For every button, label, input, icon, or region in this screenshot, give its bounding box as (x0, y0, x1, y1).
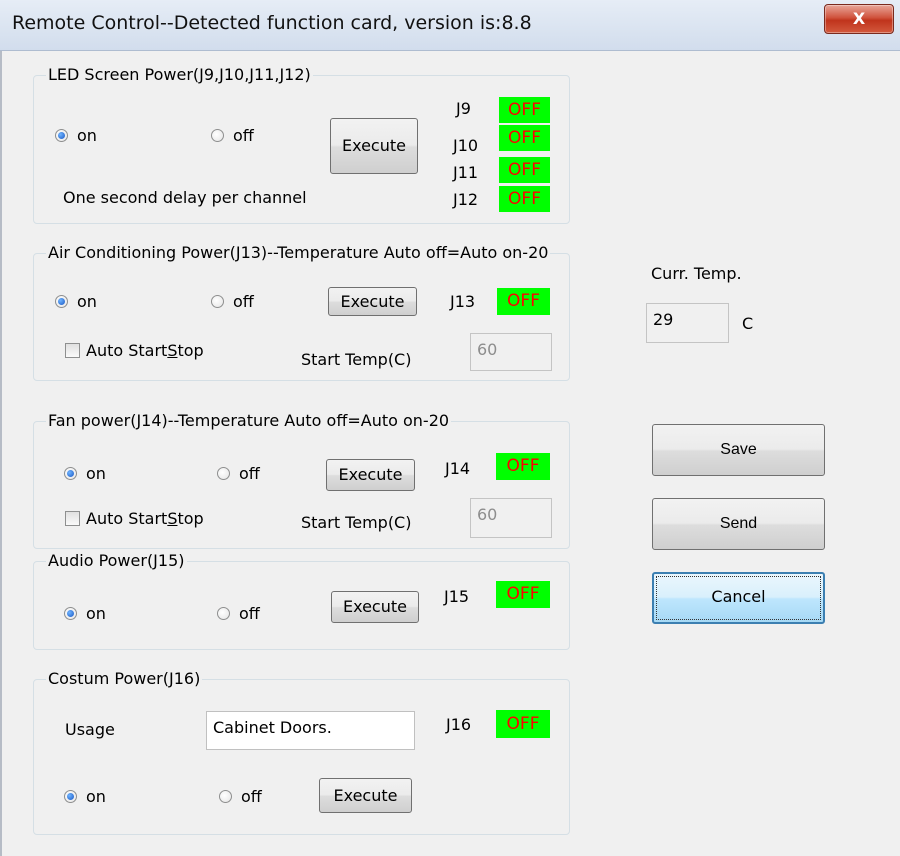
j11-label: J11 (453, 163, 479, 182)
led-on-label: on (77, 126, 97, 145)
ac-on-radio[interactable]: on (55, 292, 97, 311)
curr-temp-label: Curr. Temp. (651, 264, 742, 283)
audio-execute-button[interactable]: Execute (331, 591, 419, 623)
led-note: One second delay per channel (63, 188, 307, 207)
fan-auto-startstop-checkbox[interactable]: Auto Start Stop (65, 509, 204, 528)
fan-power-group: Fan power(J14)--Temperature Auto off=Aut… (33, 411, 570, 549)
air-conditioning-power-group: Air Conditioning Power(J13)--Temperature… (33, 243, 570, 381)
led-screen-power-group: LED Screen Power(J9,J10,J11,J12) on off … (33, 65, 570, 224)
j15-label: J15 (444, 587, 470, 606)
led-execute-button[interactable]: Execute (330, 118, 418, 174)
audio-off-radio[interactable]: off (217, 604, 260, 623)
j13-status-badge: OFF (497, 288, 550, 315)
save-button[interactable]: Save (652, 424, 825, 476)
ac-on-label: on (77, 292, 97, 311)
radio-unchecked-icon (211, 129, 224, 142)
led-on-radio[interactable]: on (55, 126, 97, 145)
window-left-edge (0, 51, 2, 856)
fan-start-temp-label: Start Temp(C) (301, 513, 412, 532)
ac-auto-label-post: top (177, 341, 204, 360)
led-off-label: off (233, 126, 254, 145)
j14-status-badge: OFF (496, 453, 550, 480)
fan-off-radio[interactable]: off (217, 464, 260, 483)
fan-group-title: Fan power(J14)--Temperature Auto off=Aut… (46, 411, 452, 430)
j15-status-badge: OFF (496, 581, 550, 608)
custom-on-label: on (86, 787, 106, 806)
j12-label: J12 (453, 190, 479, 209)
window-title: Remote Control--Detected function card, … (12, 12, 532, 34)
fan-execute-button[interactable]: Execute (326, 459, 415, 491)
j11-status-badge: OFF (499, 157, 550, 183)
ac-off-label: off (233, 292, 254, 311)
close-icon[interactable]: X (824, 4, 894, 34)
led-off-radio[interactable]: off (211, 126, 254, 145)
checkbox-unchecked-icon (65, 511, 80, 526)
custom-execute-button[interactable]: Execute (319, 778, 412, 813)
ac-auto-label-pre: Auto Start (86, 341, 168, 360)
fan-auto-label-post: top (177, 509, 204, 528)
usage-input[interactable]: Cabinet Doors. (206, 711, 415, 750)
j13-label: J13 (450, 292, 476, 311)
radio-checked-icon (55, 129, 68, 142)
j14-label: J14 (445, 459, 471, 478)
fan-on-radio[interactable]: on (64, 464, 106, 483)
curr-temp-unit: C (742, 314, 754, 333)
j9-label: J9 (456, 99, 471, 118)
j10-label: J10 (453, 136, 479, 155)
radio-unchecked-icon (217, 467, 230, 480)
audio-group-title: Audio Power(J15) (46, 551, 187, 570)
j16-label: J16 (446, 715, 472, 734)
ac-off-radio[interactable]: off (211, 292, 254, 311)
custom-group-title: Costum Power(J16) (46, 669, 203, 688)
radio-checked-icon (64, 790, 77, 803)
custom-off-label: off (241, 787, 262, 806)
j10-status-badge: OFF (499, 125, 550, 151)
ac-start-temp-input[interactable]: 60 (470, 333, 552, 371)
ac-group-title: Air Conditioning Power(J13)--Temperature… (46, 243, 551, 262)
j12-status-badge: OFF (499, 186, 550, 212)
send-button[interactable]: Send (652, 498, 825, 550)
ac-start-temp-label: Start Temp(C) (301, 350, 412, 369)
fan-auto-label-pre: Auto Start (86, 509, 168, 528)
cancel-button[interactable]: Cancel (652, 572, 825, 624)
radio-unchecked-icon (211, 295, 224, 308)
curr-temp-input: 29 (646, 303, 729, 343)
fan-on-label: on (86, 464, 106, 483)
ac-auto-startstop-checkbox[interactable]: Auto Start Stop (65, 341, 204, 360)
fan-off-label: off (239, 464, 260, 483)
title-bar: Remote Control--Detected function card, … (0, 0, 900, 51)
radio-checked-icon (55, 295, 68, 308)
checkbox-unchecked-icon (65, 343, 80, 358)
audio-on-radio[interactable]: on (64, 604, 106, 623)
radio-unchecked-icon (219, 790, 232, 803)
led-group-title: LED Screen Power(J9,J10,J11,J12) (46, 65, 313, 84)
custom-off-radio[interactable]: off (219, 787, 262, 806)
ac-auto-label-mnemonic: S (167, 341, 178, 360)
fan-start-temp-input[interactable]: 60 (470, 498, 552, 538)
focus-ring (656, 576, 821, 620)
ac-execute-button[interactable]: Execute (328, 287, 417, 316)
audio-on-label: on (86, 604, 106, 623)
audio-power-group: Audio Power(J15) on off Execute J15 OFF (33, 551, 570, 650)
custom-on-radio[interactable]: on (64, 787, 106, 806)
radio-checked-icon (64, 467, 77, 480)
usage-label: Usage (65, 720, 115, 739)
j16-status-badge: OFF (496, 710, 550, 738)
close-glyph: X (852, 9, 866, 28)
audio-off-label: off (239, 604, 260, 623)
radio-unchecked-icon (217, 607, 230, 620)
custom-power-group: Costum Power(J16) Usage Cabinet Doors. J… (33, 669, 570, 835)
j9-status-badge: OFF (499, 97, 550, 123)
fan-auto-label-mnemonic: S (167, 509, 178, 528)
radio-checked-icon (64, 607, 77, 620)
